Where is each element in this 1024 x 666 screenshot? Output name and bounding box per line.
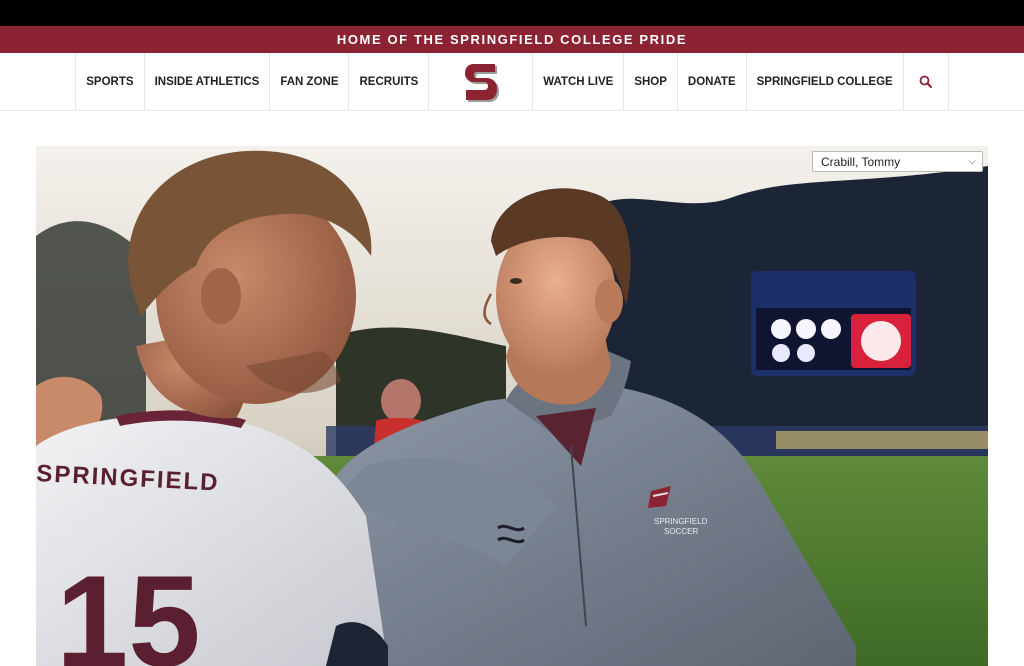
nav-sports[interactable]: SPORTS: [75, 53, 143, 110]
top-black-bar: [0, 0, 1024, 26]
jacket-text-1: SPRINGFIELD: [654, 517, 708, 526]
nav-donate[interactable]: DONATE: [676, 53, 746, 110]
roster-select[interactable]: Crabill, Tommy ⌵: [812, 151, 983, 172]
roster-select-value: Crabill, Tommy: [821, 154, 901, 169]
nav-watch-live[interactable]: WATCH LIVE: [532, 53, 623, 110]
chevron-down-icon: ⌵: [968, 156, 976, 167]
nav-shop[interactable]: SHOP: [623, 53, 677, 110]
nav-recruits[interactable]: RECRUITS: [348, 53, 428, 110]
nav-springfield-college[interactable]: SPRINGFIELD COLLEGE: [745, 53, 903, 110]
search-button[interactable]: [902, 53, 949, 110]
banner-text: HOME OF THE SPRINGFIELD COLLEGE PRIDE: [336, 32, 688, 47]
search-icon: [919, 75, 933, 88]
home-logo-link[interactable]: [428, 53, 532, 110]
main-nav: SPORTS INSIDE ATHLETICS FAN ZONE RECRUIT…: [0, 53, 1024, 111]
nav-fan-zone[interactable]: FAN ZONE: [269, 53, 348, 110]
springfield-s-logo: [464, 63, 499, 102]
nav-inside-athletics[interactable]: INSIDE ATHLETICS: [143, 53, 270, 110]
site-banner: HOME OF THE SPRINGFIELD COLLEGE PRIDE: [0, 26, 1024, 53]
hero-image: SPRINGFIELD SOCCER SPRINGFIELD 15: [36, 146, 988, 666]
jersey-number: 15: [56, 548, 201, 666]
jacket-text-2: SOCCER: [664, 527, 698, 536]
hero-photo: SPRINGFIELD SOCCER SPRINGFIELD 15: [36, 146, 988, 666]
